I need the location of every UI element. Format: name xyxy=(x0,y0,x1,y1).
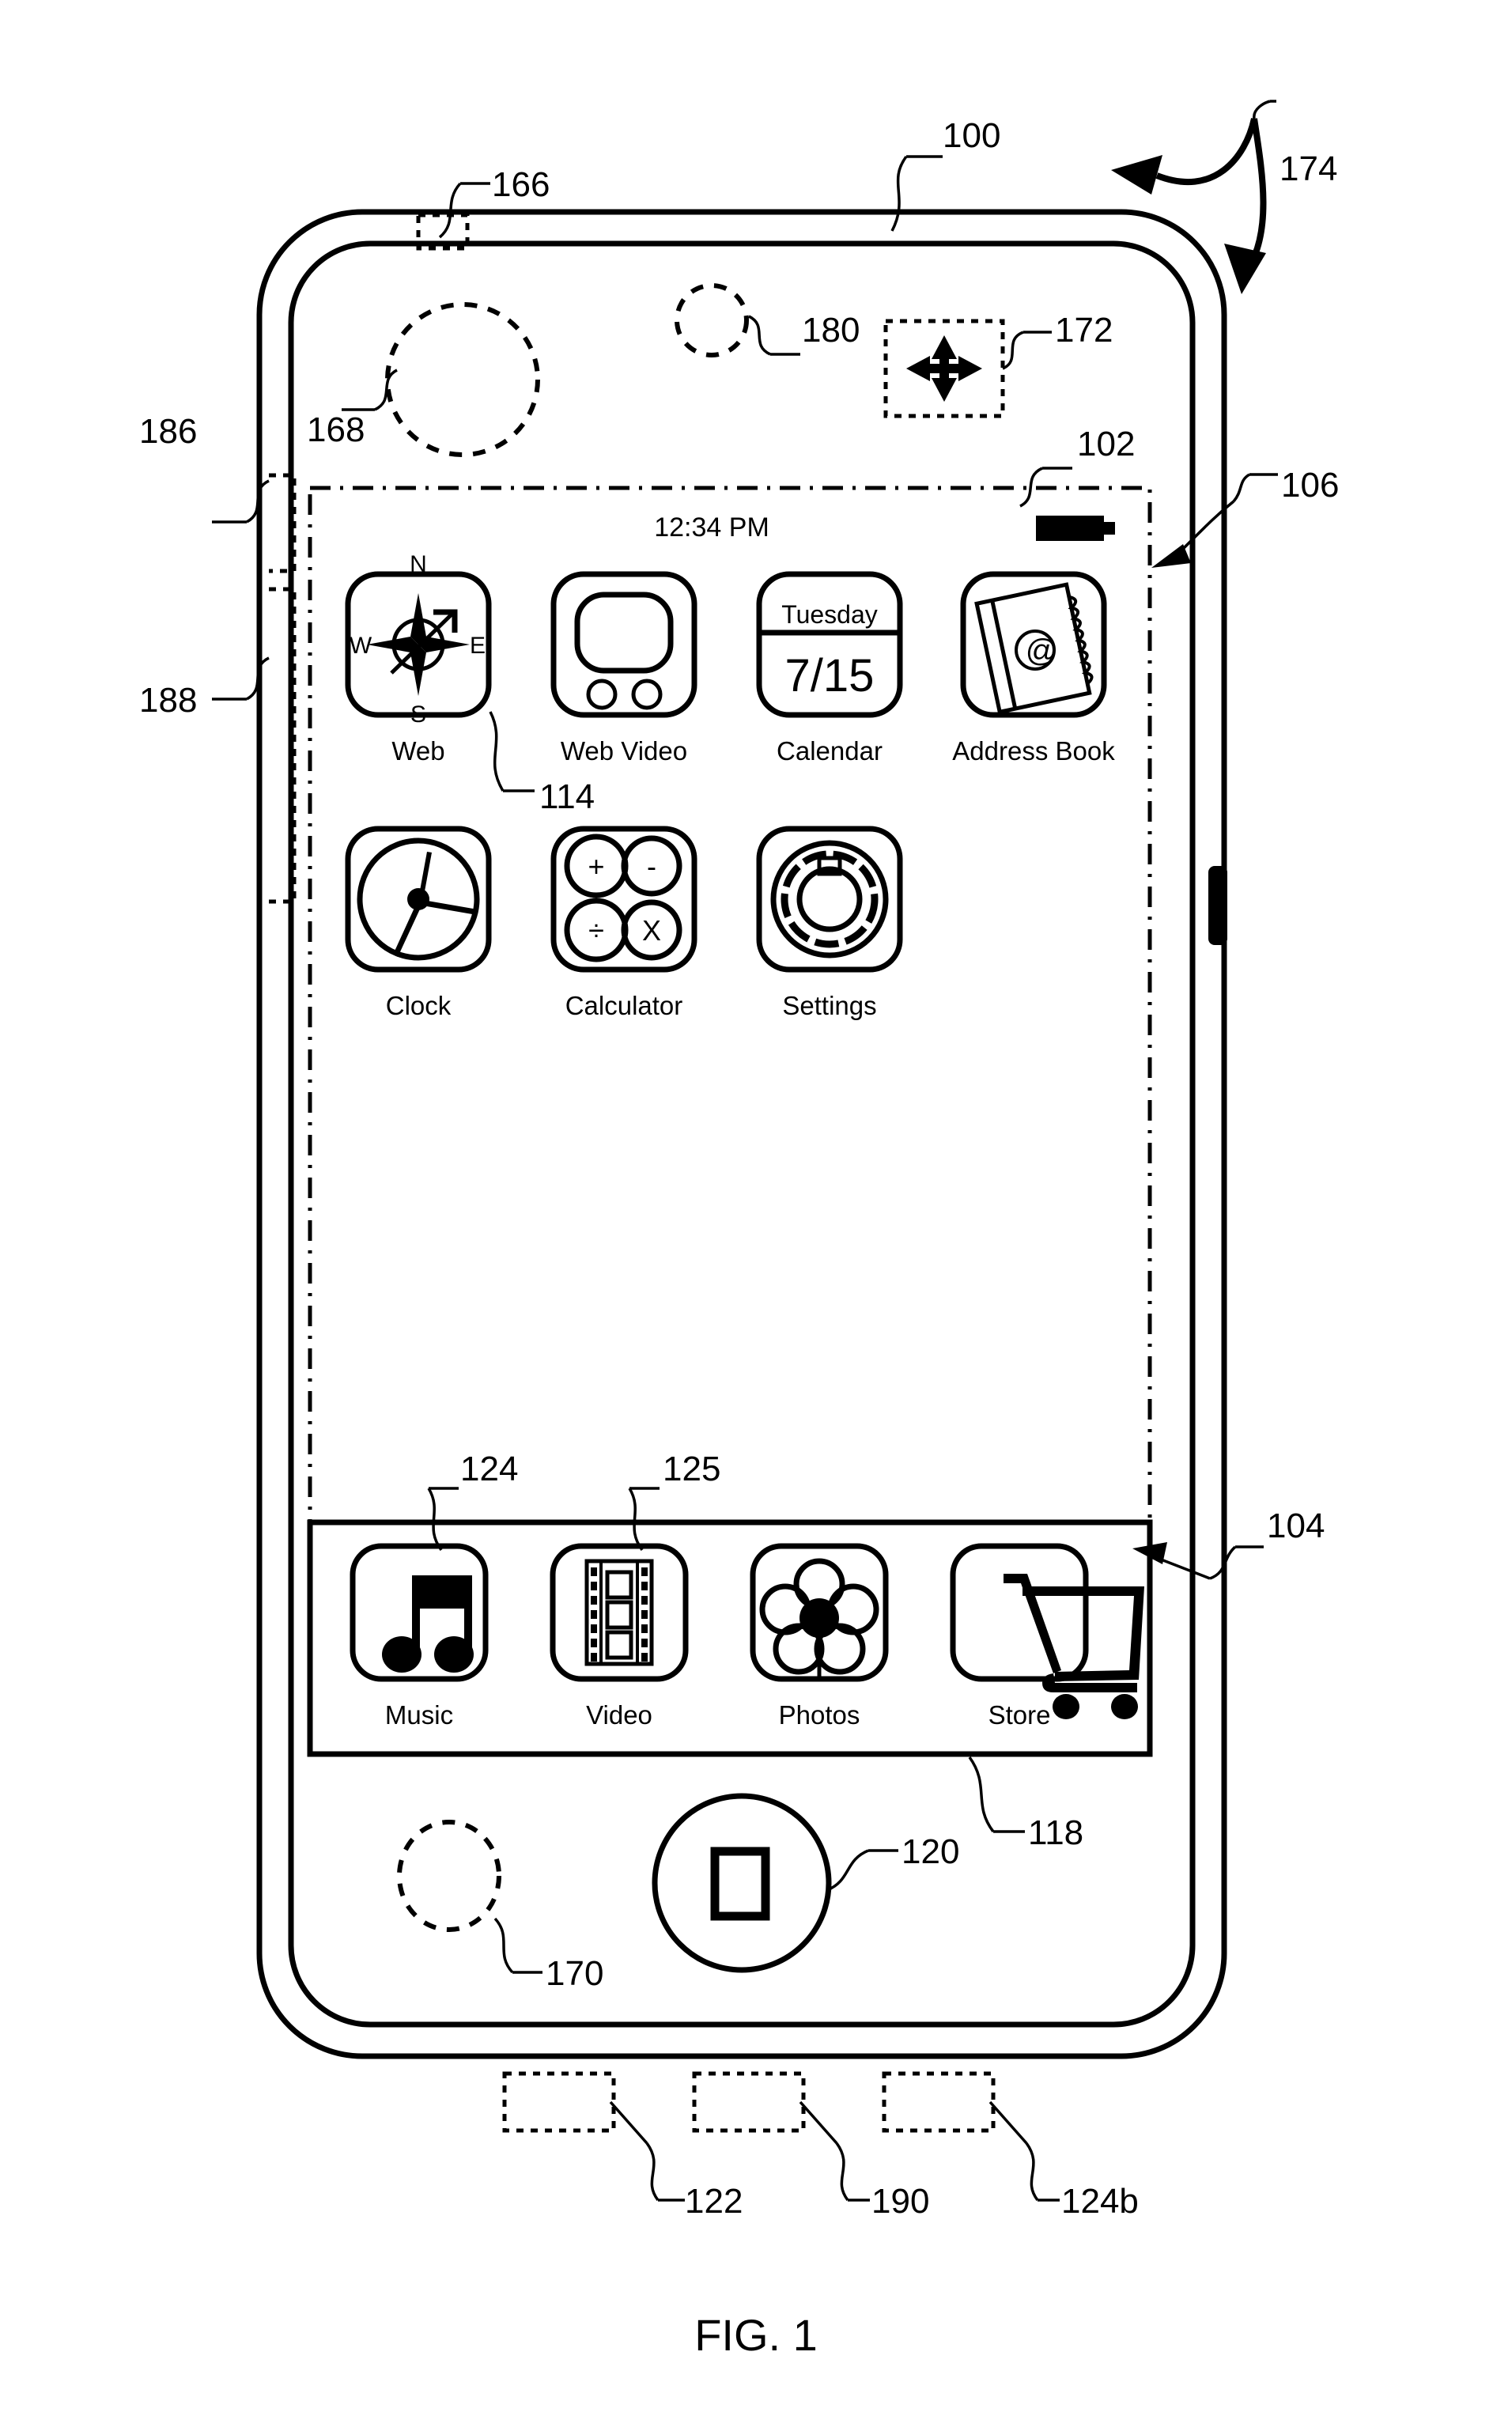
ref-numeral-172: 172 xyxy=(1055,311,1113,350)
music-note-icon xyxy=(382,1575,474,1673)
battery-icon xyxy=(1036,516,1115,541)
four-way-arrow-icon xyxy=(906,335,982,402)
calculator-key: - xyxy=(647,850,656,883)
ref-numeral-124-bottom: 124b xyxy=(1061,2182,1139,2221)
accelerometer-region xyxy=(883,319,1005,418)
svg-text:W: W xyxy=(350,633,372,659)
app-icon-settings[interactable]: Settings xyxy=(756,826,903,1020)
status-bar-time: 12:34 PM xyxy=(654,512,769,543)
ref-numeral-106: 106 xyxy=(1281,466,1339,505)
ref-numeral-188: 188 xyxy=(139,681,197,720)
speaker-opening xyxy=(675,283,749,357)
patent-figure-1: 12:34 PM N S W E Web Web Video Tuesday 7… xyxy=(0,0,1512,2416)
ref-numeral-174: 174 xyxy=(1280,149,1337,188)
ref-numeral-118: 118 xyxy=(1028,1813,1083,1852)
shopping-cart-icon xyxy=(1004,1574,1144,1719)
dock-icon-label: Photos xyxy=(779,1700,860,1730)
app-icon-label: Calendar xyxy=(777,736,883,766)
app-icon-label: Web xyxy=(391,736,444,766)
svg-text:S: S xyxy=(410,701,426,728)
app-icon-web[interactable]: N S W E Web xyxy=(345,551,492,766)
dock-icon-label: Music xyxy=(385,1700,453,1730)
ref-numeral-114: 114 xyxy=(539,777,595,816)
ref-numeral-166: 166 xyxy=(492,165,550,204)
calendar-date: 7/15 xyxy=(785,650,875,701)
calendar-day: Tuesday xyxy=(781,600,878,629)
dock-icon-label: Store xyxy=(988,1700,1051,1730)
ref-numeral-186: 186 xyxy=(139,412,197,451)
app-icon-calendar[interactable]: Tuesday 7/15 Calendar xyxy=(756,571,903,766)
dock-icon-music[interactable]: Music xyxy=(350,1543,489,1730)
front-camera xyxy=(385,302,540,457)
ref-numeral-125: 125 xyxy=(663,1450,720,1488)
ref-numeral-122: 122 xyxy=(685,2182,743,2221)
dock-icon-store[interactable]: Store xyxy=(950,1543,1144,1730)
ref-numeral-124: 124 xyxy=(460,1450,518,1488)
home-button[interactable] xyxy=(652,1793,832,1973)
app-icon-label: Settings xyxy=(782,991,876,1020)
app-icon-address-book[interactable]: @ Address Book xyxy=(952,571,1115,766)
ref-numeral-100: 100 xyxy=(943,116,1000,155)
figure-caption: FIG. 1 xyxy=(694,2310,818,2360)
calculator-icon: + - ÷ X xyxy=(564,834,682,962)
address-book-icon: @ xyxy=(974,582,1094,715)
calculator-key: ÷ xyxy=(588,914,604,947)
dock-icon-photos[interactable]: Photos xyxy=(750,1543,889,1730)
dock-icon-video[interactable]: Video xyxy=(550,1543,689,1730)
bottom-port-right xyxy=(882,2071,996,2133)
ref-numeral-180: 180 xyxy=(802,311,860,350)
ref-numeral-190: 190 xyxy=(871,2182,929,2221)
device-inner-bezel xyxy=(288,240,1196,2028)
right-side-button[interactable] xyxy=(1208,866,1227,945)
svg-text:N: N xyxy=(410,551,427,577)
calendar-icon: Tuesday 7/15 xyxy=(761,600,898,701)
app-icon-label: Clock xyxy=(386,991,452,1020)
ref-numeral-168: 168 xyxy=(307,410,365,449)
bottom-port-center xyxy=(692,2071,806,2133)
app-icon-label: Web Video xyxy=(561,736,687,766)
gear-icon xyxy=(770,840,889,958)
clock-icon xyxy=(357,837,480,961)
rounded-square-icon xyxy=(710,1847,770,1921)
ref-numeral-102: 102 xyxy=(1077,425,1135,463)
app-icon-web-video[interactable]: Web Video xyxy=(550,571,697,766)
calculator-key: + xyxy=(588,850,604,883)
film-strip-icon xyxy=(584,1559,654,1666)
app-icon-label: Address Book xyxy=(952,736,1115,766)
app-icon-calculator[interactable]: + - ÷ X Calculator xyxy=(550,826,697,1020)
svg-text:E: E xyxy=(470,633,486,659)
microphone xyxy=(397,1820,501,1932)
ref-numeral-104: 104 xyxy=(1267,1507,1325,1545)
app-icon-label: Calculator xyxy=(565,991,683,1020)
ref-numeral-170: 170 xyxy=(546,1954,603,1993)
rotation-arrow xyxy=(1111,118,1267,294)
touch-screen-display[interactable] xyxy=(308,486,1152,1756)
ref-numeral-120: 120 xyxy=(902,1832,959,1871)
television-icon xyxy=(574,592,674,710)
bottom-port-left xyxy=(502,2071,616,2133)
calculator-key: X xyxy=(642,914,661,947)
app-icon-clock[interactable]: Clock xyxy=(345,826,492,1020)
dock-icon-label: Video xyxy=(586,1700,652,1730)
flower-icon xyxy=(759,1558,879,1678)
